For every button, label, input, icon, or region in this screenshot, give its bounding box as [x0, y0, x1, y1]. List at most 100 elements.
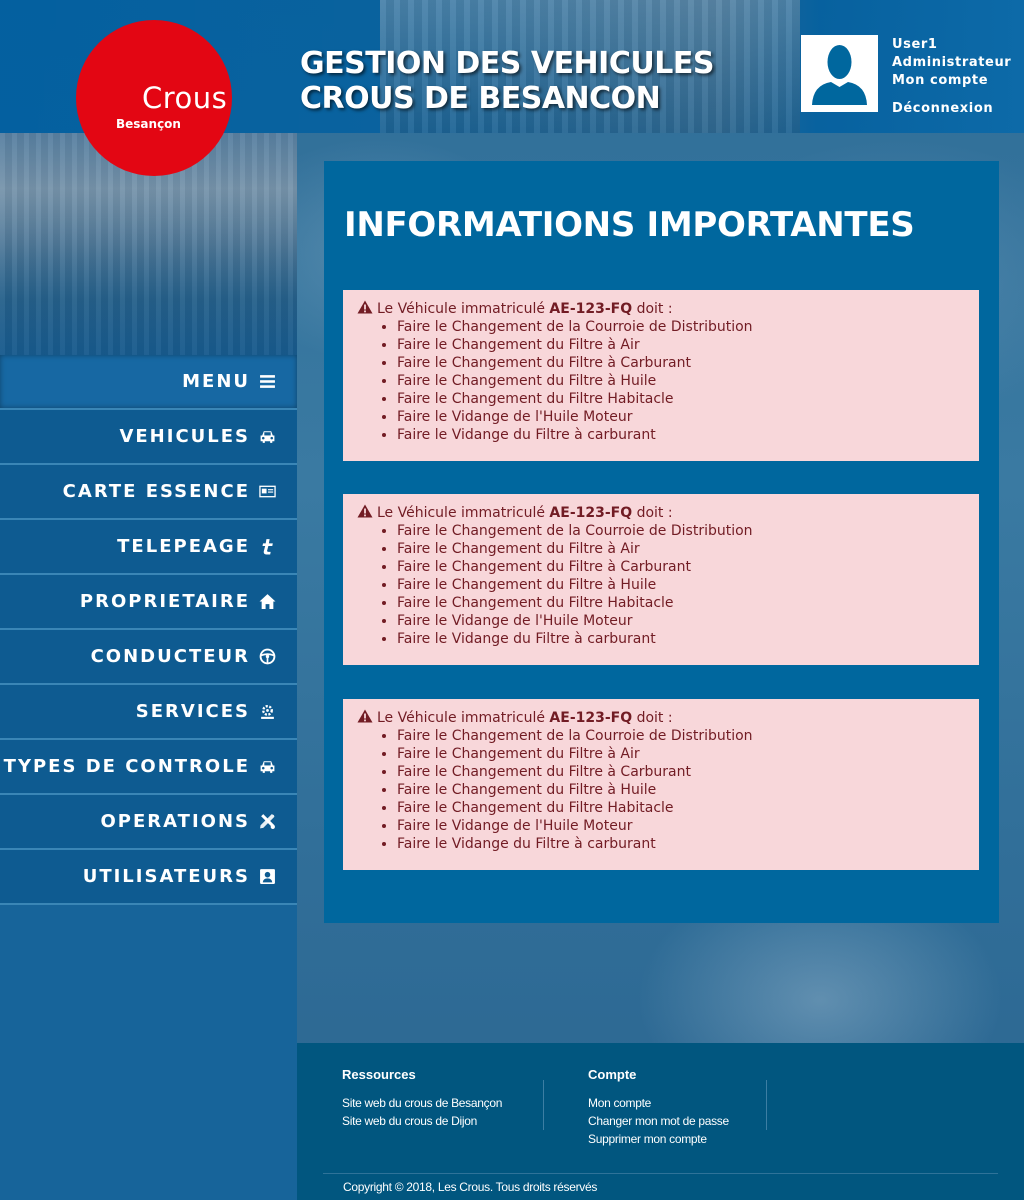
vehicle-alert: Le Véhicule immatriculé AE-123-FQ doit :…	[343, 494, 979, 665]
alert-header: Le Véhicule immatriculé AE-123-FQ doit :	[357, 300, 965, 318]
footer-link-crous-besancon[interactable]: Site web du crous de Besançon	[342, 1094, 502, 1112]
steering-wheel-icon	[259, 648, 276, 665]
vehicle-alert: Le Véhicule immatriculé AE-123-FQ doit :…	[343, 699, 979, 870]
footer-divider	[766, 1080, 767, 1130]
alert-header: Le Véhicule immatriculé AE-123-FQ doit :	[357, 504, 965, 522]
list-item: Faire le Changement du Filtre à Carburan…	[397, 354, 965, 372]
alert-prefix: Le Véhicule immatriculé	[377, 301, 545, 317]
list-item: Faire le Changement du Filtre à Huile	[397, 576, 965, 594]
page-title: INFORMATIONS IMPORTANTES	[344, 205, 915, 245]
sidebar-menu: MENU VEHICULES CARTE ESSENCE TELEPEAGE P…	[0, 355, 297, 905]
list-item: Faire le Changement de la Courroie de Di…	[397, 727, 965, 745]
card-icon	[259, 483, 276, 500]
sidebar-item-label: PROPRIETAIRE	[79, 591, 250, 612]
car-icon	[259, 758, 276, 775]
footer-account-title: Compte	[588, 1067, 637, 1082]
avatar	[801, 35, 878, 112]
my-account-link[interactable]: Mon compte	[892, 72, 1011, 90]
sidebar-item-utilisateurs[interactable]: UTILISATEURS	[0, 850, 297, 905]
footer-link-change-password[interactable]: Changer mon mot de passe	[588, 1112, 729, 1130]
sidebar-item-conducteur[interactable]: CONDUCTEUR	[0, 630, 297, 685]
vehicle-plate: AE-123-FQ	[549, 301, 633, 317]
tools-icon	[259, 813, 276, 830]
task-list: Faire le Changement de la Courroie de Di…	[397, 522, 965, 648]
warning-icon	[357, 300, 373, 314]
site-title-line1: GESTION DES VEHICULES	[300, 46, 714, 81]
list-item: Faire le Changement du Filtre à Air	[397, 745, 965, 763]
alert-prefix: Le Véhicule immatriculé	[377, 710, 545, 726]
site-footer: Ressources Site web du crous de Besançon…	[297, 1043, 1024, 1200]
home-icon	[259, 593, 276, 610]
list-item: Faire le Vidange de l'Huile Moteur	[397, 612, 965, 630]
footer-account: Compte Mon compte Changer mon mot de pas…	[588, 1067, 729, 1148]
list-item: Faire le Vidange du Filtre à carburant	[397, 426, 965, 444]
list-item: Faire le Vidange de l'Huile Moteur	[397, 817, 965, 835]
informations-panel: INFORMATIONS IMPORTANTES Le Véhicule imm…	[324, 161, 999, 923]
sidebar-item-services[interactable]: SERVICES	[0, 685, 297, 740]
logo-city: Besançon	[116, 117, 181, 131]
alert-suffix: doit :	[636, 710, 673, 726]
alert-header: Le Véhicule immatriculé AE-123-FQ doit :	[357, 709, 965, 727]
footer-link-crous-dijon[interactable]: Site web du crous de Dijon	[342, 1112, 502, 1130]
sidebar-item-proprietaire[interactable]: PROPRIETAIRE	[0, 575, 297, 630]
footer-divider	[323, 1173, 998, 1174]
copyright: Copyright © 2018, Les Crous. Tous droits…	[343, 1180, 598, 1194]
alert-suffix: doit :	[636, 505, 673, 521]
vehicle-plate: AE-123-FQ	[549, 710, 633, 726]
list-item: Faire le Changement du Filtre à Air	[397, 336, 965, 354]
sidebar-item-telepeage[interactable]: TELEPEAGE	[0, 520, 297, 575]
site-title-line2: CROUS DE BESANCON	[300, 81, 661, 116]
vehicle-plate: AE-123-FQ	[549, 505, 633, 521]
task-list: Faire le Changement de la Courroie de Di…	[397, 727, 965, 853]
list-item: Faire le Changement du Filtre à Air	[397, 540, 965, 558]
list-item: Faire le Changement du Filtre Habitacle	[397, 594, 965, 612]
sidebar-item-label: CONDUCTEUR	[90, 646, 250, 667]
alert-suffix: doit :	[636, 301, 673, 317]
list-item: Faire le Changement du Filtre à Huile	[397, 372, 965, 390]
sidebar-item-label: MENU	[182, 371, 250, 392]
list-item: Faire le Changement de la Courroie de Di…	[397, 522, 965, 540]
footer-resources-title: Ressources	[342, 1067, 416, 1082]
toll-icon	[259, 538, 276, 555]
crous-logo[interactable]: Crous Besançon	[76, 20, 232, 176]
list-item: Faire le Changement du Filtre à Carburan…	[397, 558, 965, 576]
sidebar-item-label: UTILISATEURS	[82, 866, 250, 887]
list-item: Faire le Changement du Filtre à Huile	[397, 781, 965, 799]
sidebar: MENU VEHICULES CARTE ESSENCE TELEPEAGE P…	[0, 133, 297, 1200]
sidebar-item-menu[interactable]: MENU	[0, 355, 297, 410]
list-item: Faire le Vidange du Filtre à carburant	[397, 835, 965, 853]
car-icon	[259, 428, 276, 445]
user-info: User1 Administrateur Mon compte Déconnex…	[892, 36, 1011, 118]
site-title: GESTION DES VEHICULES CROUS DE BESANCON	[300, 46, 714, 116]
user-name: User1	[892, 37, 938, 52]
footer-link-delete-account[interactable]: Supprimer mon compte	[588, 1130, 729, 1148]
footer-link-my-account[interactable]: Mon compte	[588, 1094, 729, 1112]
menu-icon	[259, 373, 276, 390]
logout-link[interactable]: Déconnexion	[892, 100, 1011, 118]
services-gear-icon	[259, 703, 276, 720]
warning-icon	[357, 709, 373, 723]
sidebar-item-label: TYPES DE CONTROLE	[3, 756, 250, 777]
sidebar-item-operations[interactable]: OPERATIONS	[0, 795, 297, 850]
sidebar-item-carte-essence[interactable]: CARTE ESSENCE	[0, 465, 297, 520]
sidebar-item-label: OPERATIONS	[100, 811, 250, 832]
footer-resources: Ressources Site web du crous de Besançon…	[342, 1067, 502, 1130]
sidebar-item-label: SERVICES	[135, 701, 250, 722]
warning-icon	[357, 504, 373, 518]
list-item: Faire le Changement de la Courroie de Di…	[397, 318, 965, 336]
vehicle-alert: Le Véhicule immatriculé AE-123-FQ doit :…	[343, 290, 979, 461]
sidebar-item-label: VEHICULES	[119, 426, 250, 447]
list-item: Faire le Changement du Filtre Habitacle	[397, 799, 965, 817]
sidebar-item-types-de-controle[interactable]: TYPES DE CONTROLE	[0, 740, 297, 795]
list-item: Faire le Changement du Filtre à Carburan…	[397, 763, 965, 781]
sidebar-item-vehicules[interactable]: VEHICULES	[0, 410, 297, 465]
sidebar-item-label: TELEPEAGE	[117, 536, 250, 557]
user-card-icon	[259, 868, 276, 885]
list-item: Faire le Vidange de l'Huile Moteur	[397, 408, 965, 426]
list-item: Faire le Changement du Filtre Habitacle	[397, 390, 965, 408]
user-role: Administrateur	[892, 55, 1012, 70]
footer-divider	[543, 1080, 544, 1130]
logo-name: Crous	[142, 81, 228, 115]
alert-prefix: Le Véhicule immatriculé	[377, 505, 545, 521]
user-avatar-icon	[812, 45, 867, 105]
